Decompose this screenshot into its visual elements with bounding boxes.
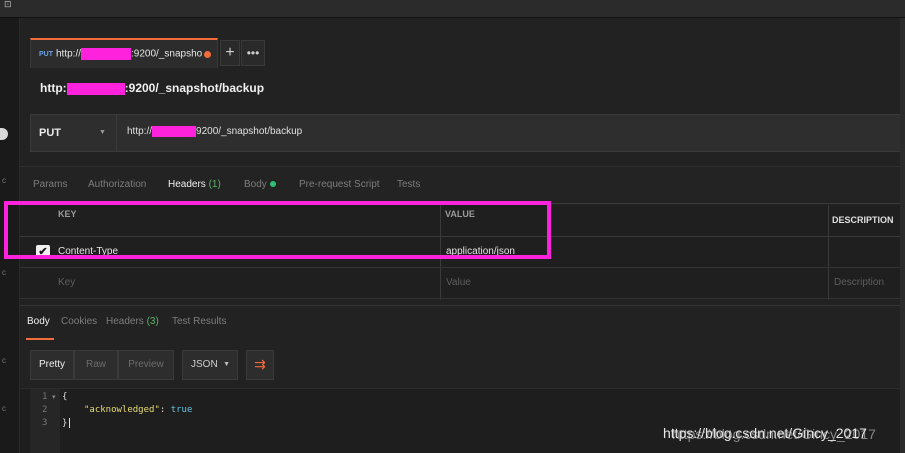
tab-tests[interactable]: Tests	[397, 179, 420, 190]
new-tab-button[interactable]: +	[220, 40, 240, 66]
column-description: DESCRIPTION	[832, 215, 894, 225]
format-select[interactable]: JSON ▼	[182, 350, 238, 380]
tab-params[interactable]: Params	[33, 179, 67, 190]
line-number: 3	[42, 418, 48, 428]
url-bar: PUT ▼ http://9200/_snapshot/backup	[30, 114, 905, 152]
tab-body[interactable]: Body	[244, 179, 276, 190]
code-line: }	[62, 418, 71, 429]
new-key-input[interactable]: Key	[58, 277, 75, 288]
new-value-input[interactable]: Value	[446, 277, 471, 288]
tab-authorization[interactable]: Authorization	[88, 179, 146, 190]
watermark-ghost: https://blog.csdn.net/Gincy_2017	[672, 426, 876, 442]
preview-button[interactable]: Preview	[118, 350, 174, 380]
tab-headers[interactable]: Headers (1)	[168, 179, 221, 190]
response-code-view[interactable]: 1 ▾ 2 3 { "acknowledged": true }	[20, 388, 905, 453]
rail-mark: c	[2, 356, 6, 365]
active-tab-indicator	[26, 338, 54, 340]
redaction-mark	[66, 82, 125, 95]
line-number: 1	[42, 392, 48, 402]
tab-response-body[interactable]: Body	[27, 316, 50, 327]
raw-button[interactable]: Raw	[74, 350, 118, 380]
method-label: PUT	[39, 127, 61, 139]
annotation-highlight-box	[4, 201, 551, 259]
redaction-mark	[152, 126, 197, 137]
response-toolbar: Pretty Raw Preview JSON ▼ ⇉	[30, 350, 905, 380]
table-row-new: Key Value Description	[20, 268, 905, 299]
rail-mark: c	[2, 268, 6, 277]
watermark: https://blog.csdn.net/Gincy_2017 https:/…	[663, 425, 876, 442]
rail-mark: c	[2, 404, 6, 413]
request-title[interactable]: http::9200/_snapshot/backup	[40, 81, 264, 95]
request-tab[interactable]: PUT http://:9200/_snapsho	[30, 38, 218, 68]
body-status-dot-icon	[269, 181, 276, 188]
tab-response-cookies[interactable]: Cookies	[61, 316, 97, 327]
caret-down-icon: ▼	[99, 129, 106, 136]
postman-window: ⊡ c c c c PUT http://:9200/_snapsho + ••…	[0, 0, 905, 453]
sidebar-toggle-icon[interactable]	[0, 128, 8, 140]
redaction-mark	[81, 48, 132, 60]
tab-response-headers[interactable]: Headers (3)	[106, 316, 159, 327]
request-tab-name: http://:9200/_snapsho	[56, 48, 203, 60]
tab-test-results[interactable]: Test Results	[172, 316, 226, 327]
window-icon: ⊡	[4, 0, 12, 10]
tab-prerequest-script[interactable]: Pre-request Script	[299, 179, 380, 190]
fold-arrow-icon[interactable]: ▾	[52, 393, 56, 401]
code-line: "acknowledged": true	[84, 405, 193, 415]
tab-options-button[interactable]: •••	[241, 40, 265, 66]
new-description-input[interactable]: Description	[834, 277, 884, 288]
request-options-tabs: Params Authorization Headers (1) Body Pr…	[20, 166, 905, 204]
request-tab-method: PUT	[39, 50, 53, 58]
request-tab-strip: PUT http://:9200/_snapsho + •••	[20, 18, 905, 68]
scrollbar[interactable]	[900, 18, 905, 453]
caret-down-icon: ▼	[223, 361, 230, 368]
unsaved-dot-icon	[204, 51, 211, 58]
url-input[interactable]: http://9200/_snapshot/backup	[127, 126, 302, 137]
response-tabs: Body Cookies Headers (3) Test Results	[20, 305, 905, 340]
format-label: JSON	[191, 359, 218, 370]
line-number: 2	[42, 405, 48, 415]
pretty-button[interactable]: Pretty	[30, 350, 74, 380]
method-select[interactable]: PUT ▼	[31, 115, 117, 151]
wrap-lines-icon[interactable]: ⇉	[246, 350, 274, 380]
line-gutter: 1 ▾ 2 3	[30, 389, 60, 453]
text-cursor	[69, 418, 71, 428]
title-bar: ⊡	[0, 0, 905, 18]
rail-mark: c	[2, 176, 6, 185]
code-line: {	[62, 392, 68, 402]
